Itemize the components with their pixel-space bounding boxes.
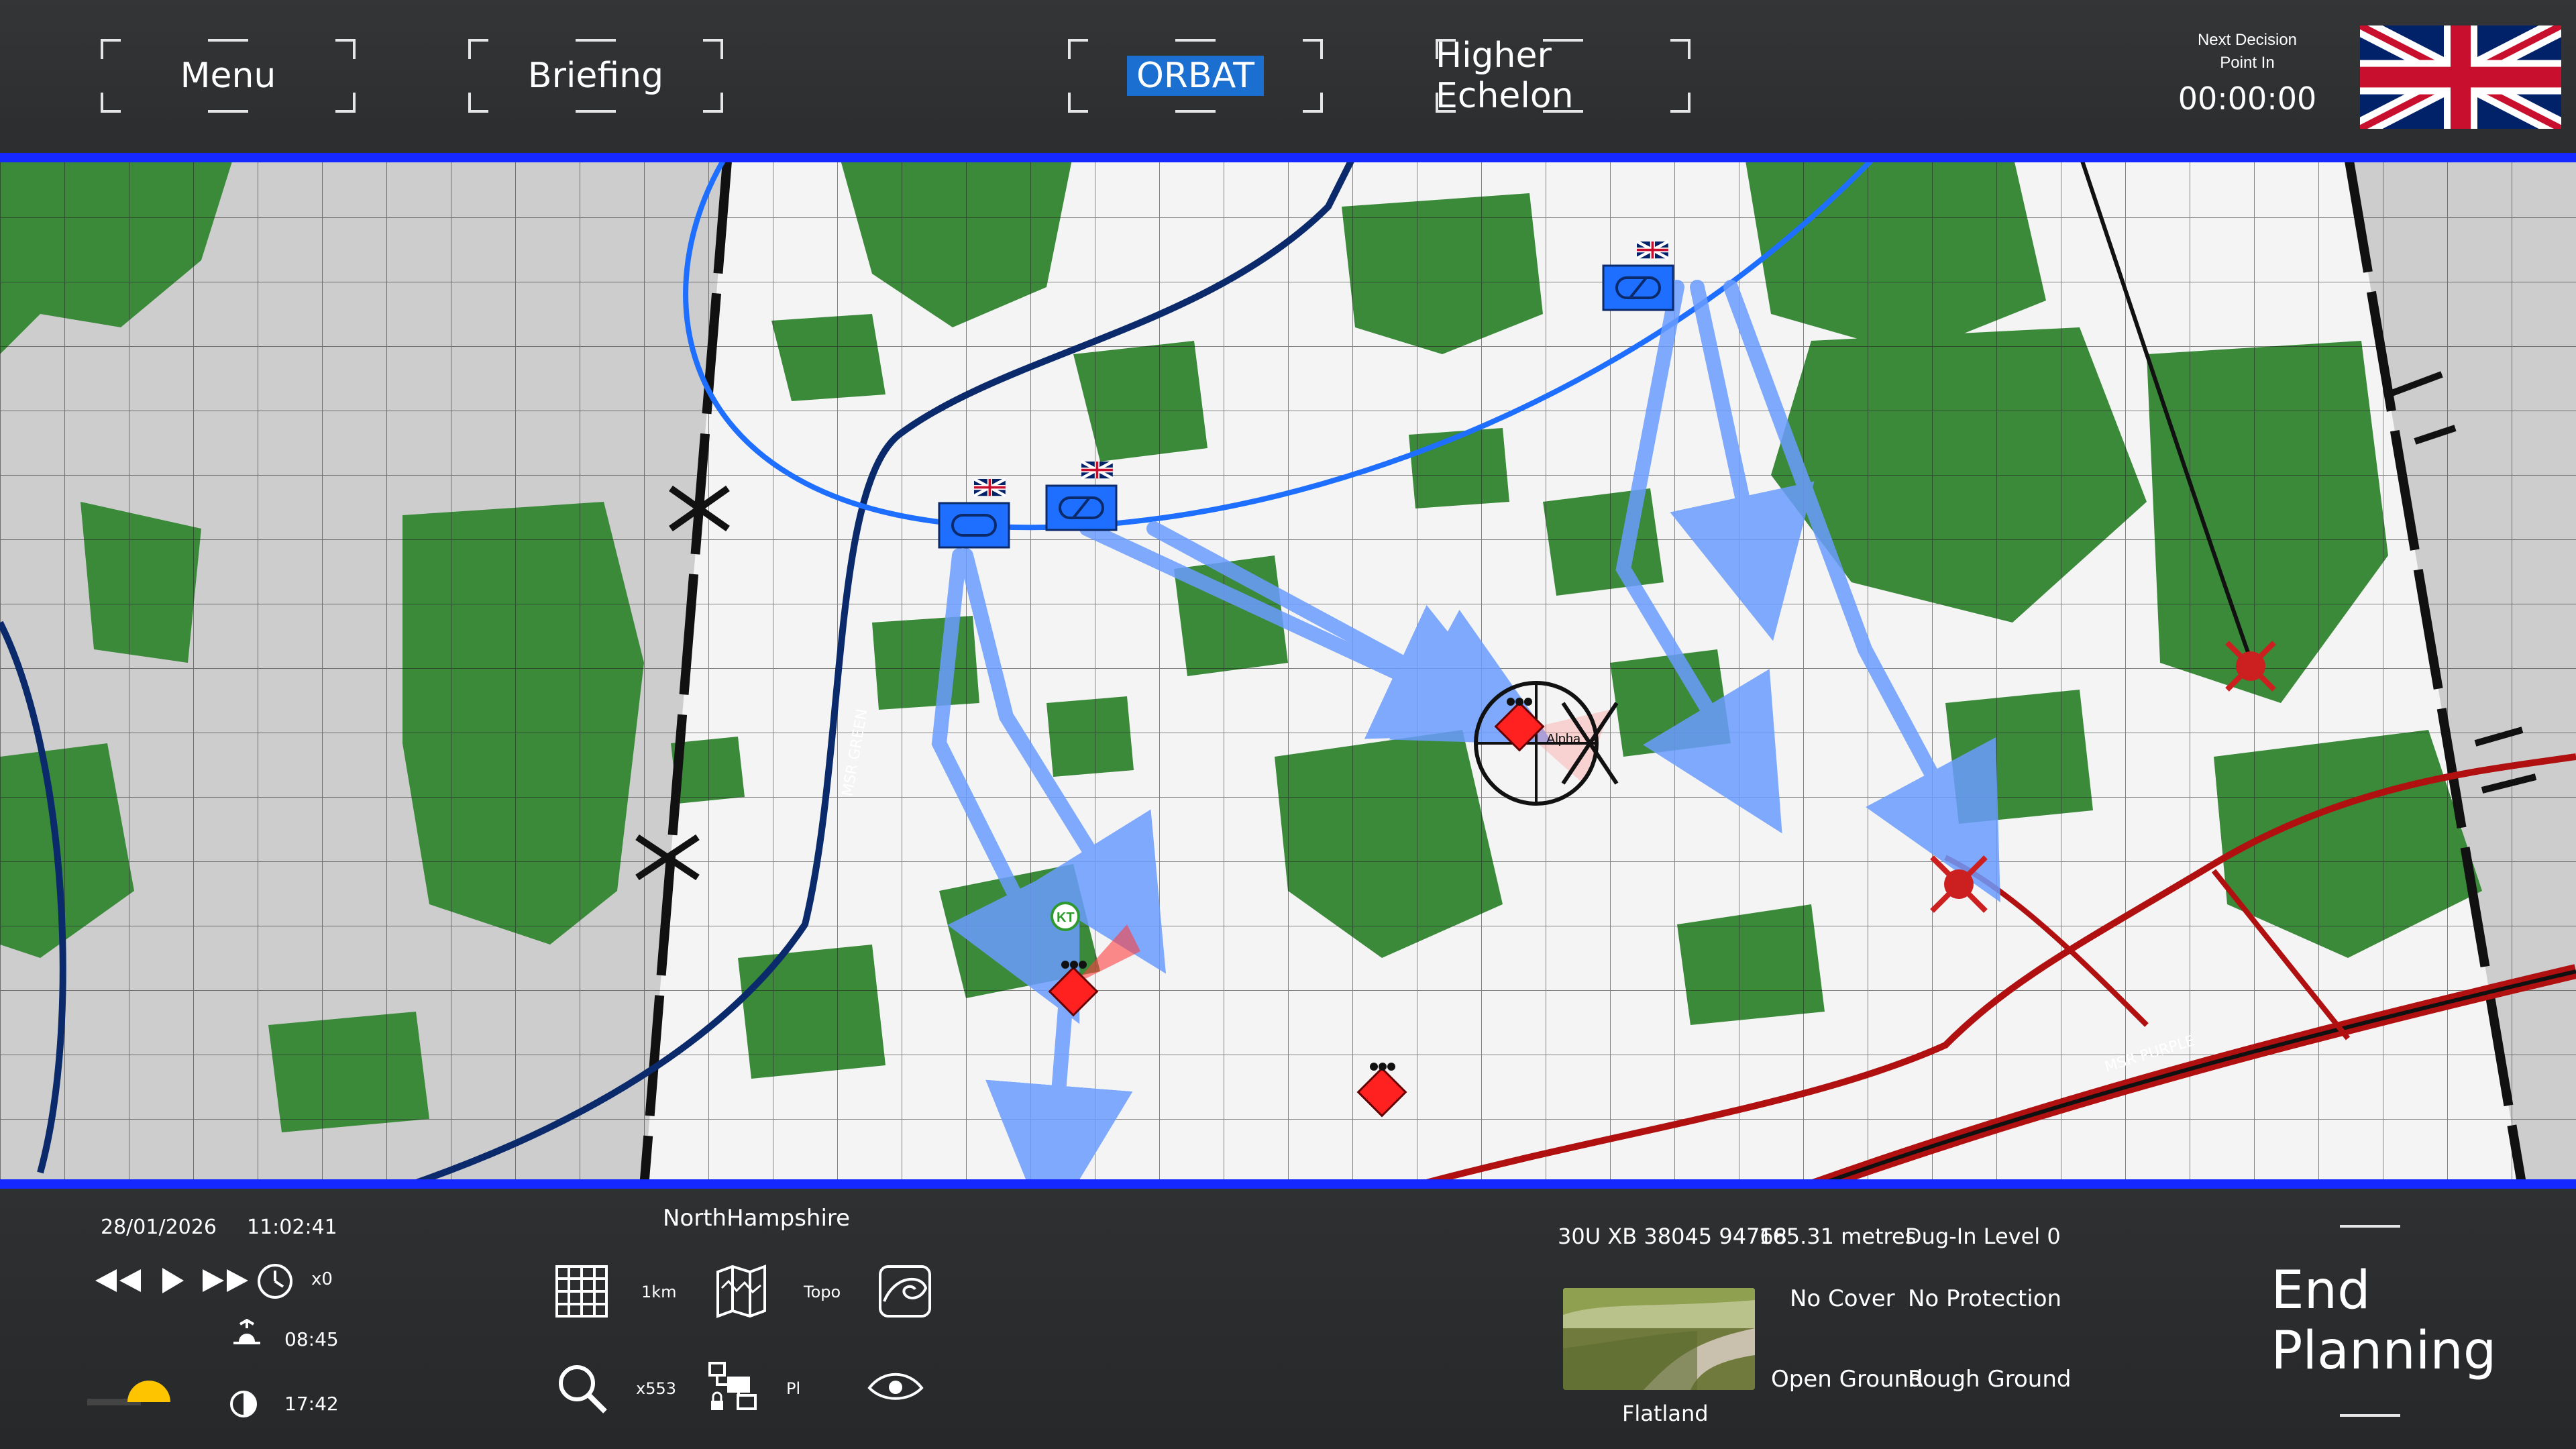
briefing-button[interactable]: Briefing — [468, 39, 723, 113]
speed-readout: x0 — [311, 1269, 333, 1289]
uk-flag-icon — [1635, 240, 1669, 260]
hierarchy-lock-icon — [708, 1362, 757, 1410]
grid-label: 1km — [641, 1283, 677, 1301]
elevation-readout: 165.31 metres — [1759, 1224, 1917, 1249]
ground-rough-readout: Rough Ground — [1908, 1366, 2072, 1393]
dug-in-level: Dug-In Level 0 — [1905, 1224, 2061, 1249]
terrain-preview-image — [1563, 1288, 1755, 1390]
contour-toggle-button[interactable] — [865, 1252, 945, 1331]
end-planning-button[interactable]: End Planning — [2180, 1225, 2560, 1417]
play-icon[interactable] — [157, 1264, 188, 1297]
contour-icon — [879, 1265, 931, 1318]
grid-coords: 30U XB 38045 94768 — [1558, 1224, 1788, 1249]
protection-readout: No Protection — [1908, 1285, 2062, 1312]
region-label: NorthHampshire — [663, 1205, 851, 1232]
cover-readout: No Cover — [1790, 1285, 1895, 1312]
end-planning-label: End Planning — [2271, 1260, 2497, 1381]
terrain-type: Flatland — [1622, 1401, 1709, 1426]
map-frame-bottom — [0, 1179, 2576, 1189]
rewind-icon[interactable] — [91, 1264, 145, 1297]
map-frame-top — [0, 153, 2576, 162]
clock-icon[interactable] — [255, 1261, 295, 1301]
higher-echelon-button[interactable]: Higher Echelon — [1436, 36, 1690, 116]
orbat-button[interactable]: ORBAT — [1068, 39, 1323, 113]
tactical-map[interactable]: MSR GREEN MSR PURPLE Alpha KT — [0, 153, 2576, 1187]
menu-label: Menu — [180, 56, 276, 96]
grid-toggle-button[interactable] — [542, 1252, 621, 1331]
map-grid — [0, 153, 2576, 1187]
moon-phase-icon — [230, 1391, 257, 1417]
map-canvas[interactable]: MSR GREEN MSR PURPLE Alpha KT — [0, 153, 2576, 1187]
date-readout: 28/01/2026 — [101, 1216, 217, 1239]
line-of-sight-button[interactable] — [856, 1348, 935, 1428]
zoom-button[interactable] — [542, 1348, 621, 1428]
decision-time: 00:00:00 — [2178, 80, 2317, 117]
clock-readout: 11:02:41 — [247, 1216, 337, 1239]
briefing-label: Briefing — [527, 56, 664, 96]
pl-label: Pl — [786, 1379, 801, 1398]
kt-marker[interactable]: KT — [1051, 902, 1080, 931]
top-bar: Menu Briefing ORBAT Higher Echelon Next … — [0, 0, 2576, 153]
fast-forward-icon[interactable] — [199, 1264, 252, 1297]
sunset-time: 17:42 — [284, 1393, 339, 1415]
ground-open-readout: Open Ground — [1771, 1366, 1923, 1393]
higher-echelon-label: Higher Echelon — [1436, 36, 1574, 116]
uk-flag-icon — [973, 478, 1006, 498]
sunrise-icon — [233, 1319, 260, 1344]
orbat-label: ORBAT — [1126, 56, 1265, 96]
menu-button[interactable]: Menu — [101, 39, 356, 113]
uk-flag-icon — [1080, 460, 1114, 480]
uk-flag-icon — [2360, 25, 2561, 129]
decision-label-2: Point In — [2220, 54, 2275, 72]
grid-icon — [555, 1265, 608, 1318]
topo-toggle-button[interactable] — [702, 1252, 781, 1331]
objective-alpha-label: Alpha — [1546, 732, 1581, 747]
phase-lines-button[interactable] — [692, 1348, 771, 1428]
topo-label: Topo — [804, 1283, 841, 1301]
zoom-label: x553 — [636, 1379, 677, 1398]
eye-icon — [867, 1373, 924, 1400]
decision-timer: Next Decision Point In 00:00:00 — [2174, 27, 2321, 117]
map-fold-icon — [716, 1265, 766, 1318]
weather-sun-icon — [87, 1381, 170, 1405]
search-icon — [559, 1365, 607, 1413]
sunrise-time: 08:45 — [284, 1328, 339, 1350]
kt-label: KT — [1057, 910, 1075, 925]
